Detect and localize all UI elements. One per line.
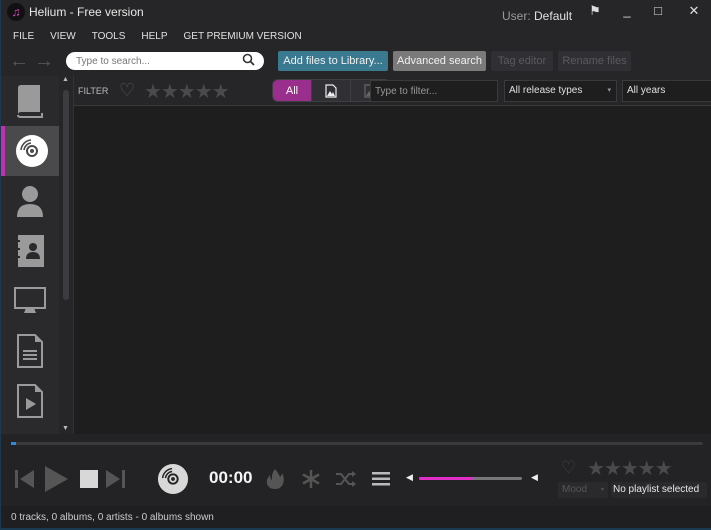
tag-editor-button[interactable]: Tag editor <box>491 51 553 71</box>
filter-input[interactable] <box>371 81 497 102</box>
sidebar-item-devices[interactable] <box>1 276 59 326</box>
status-text: 0 tracks, 0 albums, 0 artists - 0 albums… <box>11 512 214 523</box>
advanced-search-button[interactable]: Advanced search <box>393 51 486 71</box>
main-content: FILTER ♡ ★★★★★ All All release types ▾ A <box>73 76 711 434</box>
status-bar: 0 tracks, 0 albums, 0 artists - 0 albums… <box>1 506 711 530</box>
back-icon[interactable]: ← <box>9 51 29 71</box>
close-icon[interactable]: ✕ <box>684 2 704 20</box>
app-logo-icon: ♫ <box>7 3 25 21</box>
volume-slider[interactable] <box>419 477 522 480</box>
seek-bar[interactable] <box>11 442 703 445</box>
menu-tools[interactable]: TOOLS <box>92 31 126 42</box>
now-playing-disc-icon[interactable] <box>157 463 189 495</box>
book-icon <box>17 85 43 118</box>
document-icon <box>17 334 43 368</box>
helium-window: ♫ Helium - Free version User: Default ⚑ … <box>0 0 711 530</box>
track-heart-icon[interactable]: ♡ <box>561 458 576 478</box>
sidebar-item-albums[interactable] <box>1 126 59 176</box>
contact-book-icon <box>16 235 44 267</box>
heart-icon[interactable]: ♡ <box>119 80 135 101</box>
forward-icon[interactable]: → <box>34 51 54 71</box>
image-file-icon <box>325 83 337 98</box>
title-bar: ♫ Helium - Free version User: Default ⚑ … <box>1 0 711 26</box>
mood-label: Mood <box>562 484 588 495</box>
mood-dropdown[interactable]: Mood ▾ <box>558 482 608 498</box>
scroll-up-icon[interactable]: ▲ <box>62 76 69 83</box>
sidebar-item-contacts[interactable] <box>1 226 59 276</box>
chevron-down-icon: ▾ <box>600 487 604 493</box>
asterisk-icon[interactable] <box>301 469 321 489</box>
segment-with-cover[interactable] <box>312 80 351 101</box>
release-type-value: All release types <box>509 85 583 96</box>
volume-high-icon[interactable]: ◀ <box>531 472 538 483</box>
rating-stars[interactable]: ★★★★★ <box>144 79 230 104</box>
flame-icon[interactable] <box>265 468 285 490</box>
user-label: User: <box>502 9 531 23</box>
shuffle-icon[interactable] <box>335 471 357 487</box>
menu-file[interactable]: FILE <box>13 31 34 42</box>
filter-label: FILTER <box>78 86 109 96</box>
sidebar-scrollbar[interactable]: ▲ ▼ <box>60 76 72 434</box>
minimize-icon[interactable]: _ <box>617 2 637 20</box>
stop-icon[interactable] <box>79 469 99 489</box>
volume-low-icon[interactable]: ◀ <box>406 472 413 483</box>
sidebar-item-artists[interactable] <box>1 176 59 226</box>
sidebar-item-playlists[interactable] <box>1 326 59 376</box>
playlist-menu-icon[interactable] <box>372 472 390 486</box>
seek-position[interactable] <box>11 442 16 445</box>
sidebar-item-library[interactable] <box>1 76 59 126</box>
rename-files-button[interactable]: Rename files <box>558 51 631 71</box>
previous-icon[interactable] <box>14 468 36 490</box>
user-indicator[interactable]: User: Default <box>502 9 572 23</box>
sidebar <box>1 76 59 434</box>
monitor-icon <box>14 287 46 313</box>
years-value: All years <box>627 85 666 96</box>
playlist-selector[interactable]: No playlist selected <box>611 482 707 498</box>
menu-view[interactable]: VIEW <box>50 31 76 42</box>
flag-icon[interactable]: ⚑ <box>585 2 605 20</box>
chevron-down-icon: ▾ <box>607 87 611 94</box>
play-icon[interactable] <box>43 465 69 493</box>
menu-get-premium[interactable]: GET PREMIUM VERSION <box>184 31 302 42</box>
person-icon <box>17 186 43 217</box>
user-name: Default <box>534 9 573 23</box>
next-icon[interactable] <box>104 468 126 490</box>
segment-all[interactable]: All <box>273 80 312 101</box>
video-file-icon <box>17 384 43 418</box>
scroll-thumb[interactable] <box>63 90 69 300</box>
menu-help[interactable]: HELP <box>141 31 167 42</box>
filter-field <box>370 80 498 102</box>
volume-level[interactable] <box>419 477 473 480</box>
search-input[interactable] <box>76 54 236 68</box>
menu-bar: FILE VIEW TOOLS HELP GET PREMIUM VERSION <box>13 31 318 42</box>
disc-icon <box>16 135 48 167</box>
search-icon[interactable] <box>242 53 256 70</box>
time-display: 00:00 <box>209 468 253 487</box>
filter-bar: FILTER ♡ ★★★★★ All All release types ▾ A <box>74 76 711 106</box>
app-title: Helium - Free version <box>29 5 144 19</box>
search-box <box>66 52 264 70</box>
scroll-down-icon[interactable]: ▼ <box>62 425 69 432</box>
add-files-button[interactable]: Add files to Library... <box>278 51 388 71</box>
sidebar-item-videos[interactable] <box>1 376 59 426</box>
maximize-icon[interactable]: □ <box>648 2 668 20</box>
release-type-dropdown[interactable]: All release types ▾ <box>504 80 617 102</box>
years-dropdown[interactable]: All years <box>622 80 711 102</box>
track-rating-stars[interactable]: ★★★★★ <box>587 456 673 481</box>
player-bar: 00:00 ◀ ◀ ♡ ★★★★★ Mood ▾ No playlist sel… <box>1 434 711 506</box>
